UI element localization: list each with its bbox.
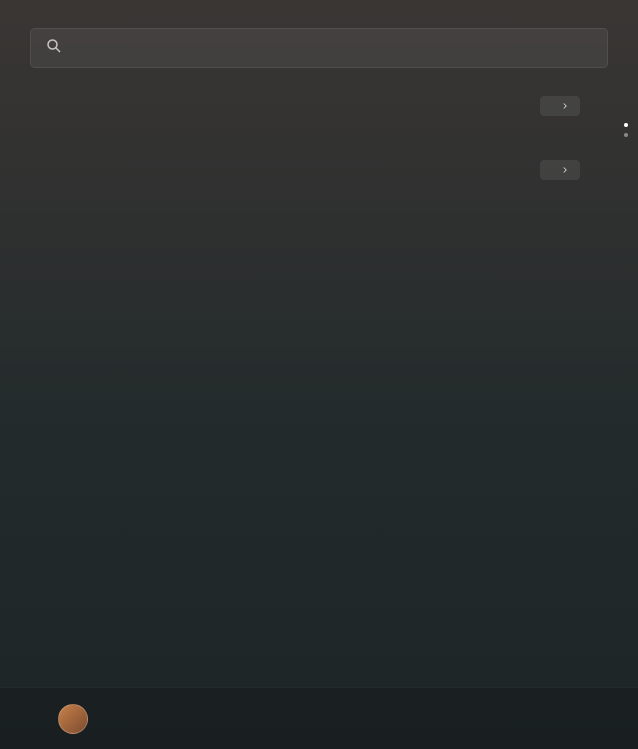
footer-bar	[0, 687, 638, 749]
avatar	[58, 704, 88, 734]
all-apps-button[interactable]	[540, 96, 580, 116]
page-indicator[interactable]	[624, 123, 628, 137]
search-input[interactable]	[75, 40, 593, 56]
search-box[interactable]	[30, 28, 608, 68]
user-account-button[interactable]	[58, 704, 98, 734]
more-button[interactable]	[540, 160, 580, 180]
chevron-right-icon	[560, 101, 570, 111]
chevron-right-icon	[560, 165, 570, 175]
recommended-list	[0, 194, 638, 200]
search-icon	[45, 37, 63, 60]
